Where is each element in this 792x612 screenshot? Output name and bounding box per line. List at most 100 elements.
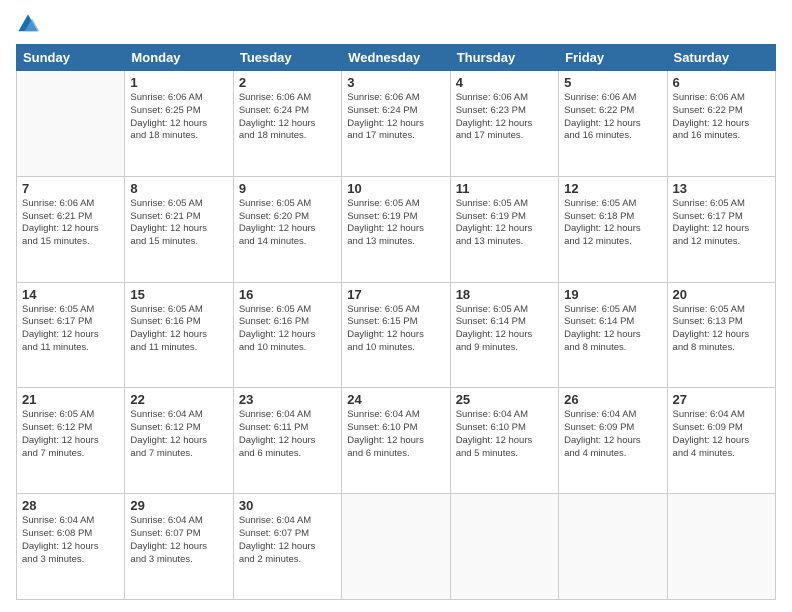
col-header-friday: Friday [559, 45, 667, 71]
day-number: 11 [456, 181, 553, 196]
day-info: Sunrise: 6:04 AM Sunset: 6:09 PM Dayligh… [673, 409, 770, 460]
calendar-cell: 5 Sunrise: 6:06 AM Sunset: 6:22 PM Daylig… [559, 71, 667, 177]
calendar-cell: 16 Sunrise: 6:05 AM Sunset: 6:16 PM Dayli… [233, 282, 341, 388]
calendar-cell: 21Sunrise: 6:05 AM Sunset: 6:12 PM Dayli… [17, 388, 125, 494]
day-info: Sunrise: 6:05 AM Sunset: 6:21 PM Dayligh… [130, 198, 227, 249]
day-info: Sunrise: 6:06 AM Sunset: 6:21 PM Dayligh… [22, 198, 119, 249]
header [16, 12, 776, 36]
day-number: 12 [564, 181, 661, 196]
calendar-cell [450, 494, 558, 600]
calendar-cell: 3Sunrise: 6:06 AM Sunset: 6:24 PM Daylig… [342, 71, 450, 177]
day-info: Sunrise: 6:05 AM Sunset: 6:19 PM Dayligh… [347, 198, 444, 249]
calendar-cell: 8 Sunrise: 6:05 AM Sunset: 6:21 PM Daylig… [125, 176, 233, 282]
day-info: Sunrise: 6:04 AM Sunset: 6:08 PM Dayligh… [22, 515, 119, 566]
day-number: 13 [673, 181, 770, 196]
day-info: Sunrise: 6:05 AM Sunset: 6:18 PM Dayligh… [564, 198, 661, 249]
calendar-cell: 6 Sunrise: 6:06 AM Sunset: 6:22 PM Daylig… [667, 71, 775, 177]
calendar-cell [559, 494, 667, 600]
day-info: Sunrise: 6:04 AM Sunset: 6:12 PM Dayligh… [130, 409, 227, 460]
day-info: Sunrise: 6:04 AM Sunset: 6:07 PM Dayligh… [239, 515, 336, 566]
day-number: 27 [673, 392, 770, 407]
calendar-cell: 12 Sunrise: 6:05 AM Sunset: 6:18 PM Dayli… [559, 176, 667, 282]
calendar-cell: 1Sunrise: 6:06 AM Sunset: 6:25 PM Daylig… [125, 71, 233, 177]
day-number: 10 [347, 181, 444, 196]
calendar-cell [667, 494, 775, 600]
calendar-cell: 9Sunrise: 6:05 AM Sunset: 6:20 PM Daylig… [233, 176, 341, 282]
calendar-cell: 23 Sunrise: 6:04 AM Sunset: 6:11 PM Dayli… [233, 388, 341, 494]
day-number: 5 [564, 75, 661, 90]
calendar-cell: 18 Sunrise: 6:05 AM Sunset: 6:14 PM Dayli… [450, 282, 558, 388]
day-info: Sunrise: 6:04 AM Sunset: 6:07 PM Dayligh… [130, 515, 227, 566]
day-number: 2 [239, 75, 336, 90]
day-number: 19 [564, 287, 661, 302]
day-info: Sunrise: 6:05 AM Sunset: 6:13 PM Dayligh… [673, 304, 770, 355]
day-info: Sunrise: 6:04 AM Sunset: 6:10 PM Dayligh… [456, 409, 553, 460]
day-info: Sunrise: 6:04 AM Sunset: 6:11 PM Dayligh… [239, 409, 336, 460]
day-info: Sunrise: 6:05 AM Sunset: 6:16 PM Dayligh… [130, 304, 227, 355]
calendar-cell: 28 Sunrise: 6:04 AM Sunset: 6:08 PM Dayli… [17, 494, 125, 600]
day-info: Sunrise: 6:06 AM Sunset: 6:23 PM Dayligh… [456, 92, 553, 143]
logo [16, 12, 44, 36]
day-number: 16 [239, 287, 336, 302]
col-header-tuesday: Tuesday [233, 45, 341, 71]
calendar-cell: 19 Sunrise: 6:05 AM Sunset: 6:14 PM Dayli… [559, 282, 667, 388]
calendar-cell: 17 Sunrise: 6:05 AM Sunset: 6:15 PM Dayli… [342, 282, 450, 388]
day-info: Sunrise: 6:04 AM Sunset: 6:10 PM Dayligh… [347, 409, 444, 460]
day-info: Sunrise: 6:05 AM Sunset: 6:15 PM Dayligh… [347, 304, 444, 355]
calendar-cell: 27 Sunrise: 6:04 AM Sunset: 6:09 PM Dayli… [667, 388, 775, 494]
col-header-monday: Monday [125, 45, 233, 71]
col-header-sunday: Sunday [17, 45, 125, 71]
day-number: 4 [456, 75, 553, 90]
calendar-cell [17, 71, 125, 177]
day-number: 20 [673, 287, 770, 302]
calendar-cell: 20 Sunrise: 6:05 AM Sunset: 6:13 PM Dayli… [667, 282, 775, 388]
day-info: Sunrise: 6:05 AM Sunset: 6:14 PM Dayligh… [564, 304, 661, 355]
calendar-cell: 26 Sunrise: 6:04 AM Sunset: 6:09 PM Dayli… [559, 388, 667, 494]
day-number: 23 [239, 392, 336, 407]
day-info: Sunrise: 6:05 AM Sunset: 6:12 PM Dayligh… [22, 409, 119, 460]
calendar-table: SundayMondayTuesdayWednesdayThursdayFrid… [16, 44, 776, 600]
page: SundayMondayTuesdayWednesdayThursdayFrid… [0, 0, 792, 612]
calendar-cell: 2 Sunrise: 6:06 AM Sunset: 6:24 PM Daylig… [233, 71, 341, 177]
day-info: Sunrise: 6:06 AM Sunset: 6:24 PM Dayligh… [239, 92, 336, 143]
calendar-cell: 10 Sunrise: 6:05 AM Sunset: 6:19 PM Dayli… [342, 176, 450, 282]
day-info: Sunrise: 6:06 AM Sunset: 6:22 PM Dayligh… [564, 92, 661, 143]
calendar-cell: 15Sunrise: 6:05 AM Sunset: 6:16 PM Dayli… [125, 282, 233, 388]
col-header-saturday: Saturday [667, 45, 775, 71]
day-number: 25 [456, 392, 553, 407]
day-number: 29 [130, 498, 227, 513]
calendar-cell [342, 494, 450, 600]
day-number: 18 [456, 287, 553, 302]
day-info: Sunrise: 6:05 AM Sunset: 6:14 PM Dayligh… [456, 304, 553, 355]
col-header-wednesday: Wednesday [342, 45, 450, 71]
day-number: 17 [347, 287, 444, 302]
day-number: 22 [130, 392, 227, 407]
day-info: Sunrise: 6:05 AM Sunset: 6:19 PM Dayligh… [456, 198, 553, 249]
calendar-cell: 4 Sunrise: 6:06 AM Sunset: 6:23 PM Daylig… [450, 71, 558, 177]
day-number: 7 [22, 181, 119, 196]
day-number: 6 [673, 75, 770, 90]
day-number: 1 [130, 75, 227, 90]
day-number: 30 [239, 498, 336, 513]
day-number: 24 [347, 392, 444, 407]
calendar-cell: 11 Sunrise: 6:05 AM Sunset: 6:19 PM Dayli… [450, 176, 558, 282]
calendar-cell: 25 Sunrise: 6:04 AM Sunset: 6:10 PM Dayli… [450, 388, 558, 494]
day-info: Sunrise: 6:05 AM Sunset: 6:16 PM Dayligh… [239, 304, 336, 355]
day-number: 9 [239, 181, 336, 196]
day-info: Sunrise: 6:04 AM Sunset: 6:09 PM Dayligh… [564, 409, 661, 460]
calendar-cell: 30 Sunrise: 6:04 AM Sunset: 6:07 PM Dayli… [233, 494, 341, 600]
calendar-cell: 29 Sunrise: 6:04 AM Sunset: 6:07 PM Dayli… [125, 494, 233, 600]
day-info: Sunrise: 6:06 AM Sunset: 6:24 PM Dayligh… [347, 92, 444, 143]
calendar-cell: 22 Sunrise: 6:04 AM Sunset: 6:12 PM Dayli… [125, 388, 233, 494]
day-number: 8 [130, 181, 227, 196]
calendar-cell: 7 Sunrise: 6:06 AM Sunset: 6:21 PM Daylig… [17, 176, 125, 282]
day-info: Sunrise: 6:05 AM Sunset: 6:17 PM Dayligh… [22, 304, 119, 355]
calendar-cell: 24 Sunrise: 6:04 AM Sunset: 6:10 PM Dayli… [342, 388, 450, 494]
day-number: 26 [564, 392, 661, 407]
day-number: 14 [22, 287, 119, 302]
calendar-cell: 14 Sunrise: 6:05 AM Sunset: 6:17 PM Dayli… [17, 282, 125, 388]
day-info: Sunrise: 6:05 AM Sunset: 6:17 PM Dayligh… [673, 198, 770, 249]
col-header-thursday: Thursday [450, 45, 558, 71]
day-number: 28 [22, 498, 119, 513]
day-info: Sunrise: 6:06 AM Sunset: 6:22 PM Dayligh… [673, 92, 770, 143]
